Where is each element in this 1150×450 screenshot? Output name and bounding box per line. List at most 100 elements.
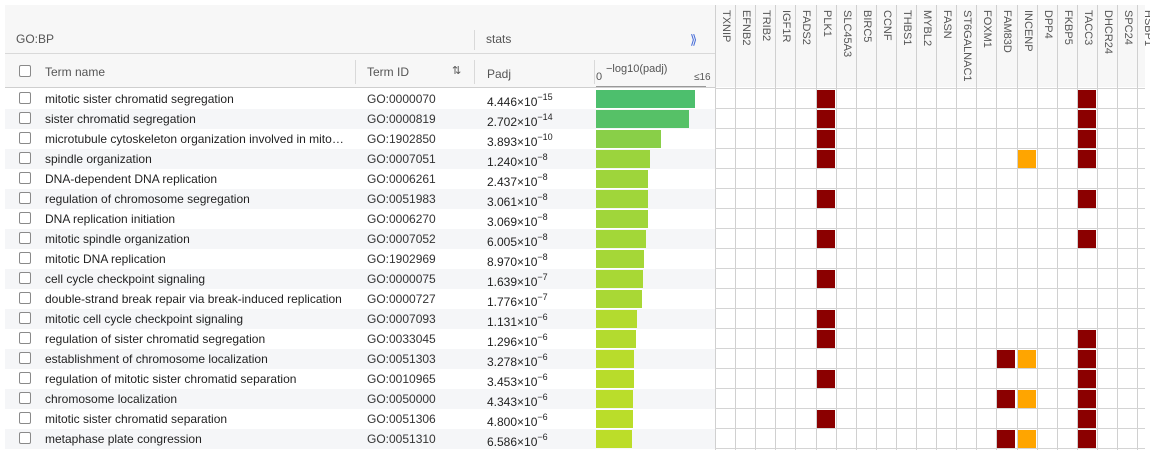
- padj-header[interactable]: Padj: [487, 67, 511, 81]
- term-id[interactable]: GO:0000075: [367, 272, 477, 286]
- gene-column-ccnf[interactable]: CCNF: [876, 8, 896, 82]
- gene-hit-cell-tacc3[interactable]: [1077, 90, 1096, 108]
- gene-hit-cell-tacc3[interactable]: [1077, 390, 1096, 408]
- table-row[interactable]: sister chromatid segregation GO:0000819 2.…: [5, 109, 715, 129]
- term-id[interactable]: GO:0051303: [367, 352, 477, 366]
- term-id[interactable]: GO:0007051: [367, 152, 477, 166]
- term-id[interactable]: GO:0006261: [367, 172, 477, 186]
- gene-hit-cell-plk1[interactable]: [816, 370, 835, 388]
- gene-hit-cell-incenp[interactable]: [1017, 350, 1036, 368]
- gene-column-plk1[interactable]: PLK1: [816, 8, 836, 82]
- row-checkbox[interactable]: [19, 152, 31, 164]
- row-checkbox[interactable]: [19, 392, 31, 404]
- term-name[interactable]: chromosome localization: [45, 392, 345, 406]
- gene-column-mybl2[interactable]: MYBL2: [916, 8, 936, 82]
- table-row[interactable]: DNA-dependent DNA replication GO:0006261 2…: [5, 169, 715, 189]
- gene-column-incenp[interactable]: INCENP: [1017, 8, 1037, 82]
- term-id[interactable]: GO:0010965: [367, 372, 477, 386]
- gene-hit-cell-tacc3[interactable]: [1077, 110, 1096, 128]
- term-name[interactable]: mitotic sister chromatid separation: [45, 412, 345, 426]
- gene-hit-cell-incenp[interactable]: [1017, 150, 1036, 168]
- row-checkbox[interactable]: [19, 112, 31, 124]
- gene-hit-cell-plk1[interactable]: [816, 230, 835, 248]
- gene-hit-cell-plk1[interactable]: [816, 190, 835, 208]
- gene-hit-cell-tacc3[interactable]: [1077, 330, 1096, 348]
- table-row[interactable]: regulation of chromosome segregation GO:0…: [5, 189, 715, 209]
- term-name[interactable]: metaphase plate congression: [45, 432, 345, 446]
- term-id[interactable]: GO:0050000: [367, 392, 477, 406]
- row-checkbox[interactable]: [19, 412, 31, 424]
- gene-hit-cell-fam83d[interactable]: [997, 390, 1016, 408]
- gene-column-fasn[interactable]: FASN: [936, 8, 956, 82]
- term-id[interactable]: GO:0051306: [367, 412, 477, 426]
- term-id-header[interactable]: Term ID: [367, 65, 409, 79]
- gene-hit-cell-plk1[interactable]: [816, 130, 835, 148]
- term-name[interactable]: DNA-dependent DNA replication: [45, 172, 345, 186]
- row-checkbox[interactable]: [19, 432, 31, 444]
- table-row[interactable]: DNA replication initiation GO:0006270 3.06…: [5, 209, 715, 229]
- term-id[interactable]: GO:0000819: [367, 112, 477, 126]
- gene-column-fads2[interactable]: FADS2: [795, 8, 815, 82]
- gene-column-dhcr24[interactable]: DHCR24: [1097, 8, 1117, 82]
- table-row[interactable]: mitotic cell cycle checkpoint signaling G…: [5, 309, 715, 329]
- term-id[interactable]: GO:0007052: [367, 232, 477, 246]
- term-name[interactable]: regulation of chromosome segregation: [45, 192, 345, 206]
- gene-column-efnb2[interactable]: EFNB2: [735, 8, 755, 82]
- select-all-checkbox[interactable]: [19, 65, 31, 77]
- table-row[interactable]: mitotic DNA replication GO:1902969 8.970×1…: [5, 249, 715, 269]
- gene-hit-cell-tacc3[interactable]: [1077, 410, 1096, 428]
- term-id[interactable]: GO:0000070: [367, 92, 477, 106]
- row-checkbox[interactable]: [19, 312, 31, 324]
- row-checkbox[interactable]: [19, 372, 31, 384]
- table-row[interactable]: establishment of chromosome localization…: [5, 349, 715, 369]
- gene-column-foxm1[interactable]: FOXM1: [976, 8, 996, 82]
- gene-hit-cell-tacc3[interactable]: [1077, 150, 1096, 168]
- gene-hit-cell-fam83d[interactable]: [997, 350, 1016, 368]
- gene-hit-cell-incenp[interactable]: [1017, 390, 1036, 408]
- row-checkbox[interactable]: [19, 172, 31, 184]
- row-checkbox[interactable]: [19, 212, 31, 224]
- gene-column-slc45a3[interactable]: SLC45A3: [836, 8, 856, 82]
- row-checkbox[interactable]: [19, 192, 31, 204]
- table-row[interactable]: microtubule cytoskeleton organization in…: [5, 129, 715, 149]
- gene-hit-cell-plk1[interactable]: [816, 410, 835, 428]
- gene-hit-cell-fam83d[interactable]: [997, 430, 1016, 448]
- gene-column-dpp4[interactable]: DPP4: [1037, 8, 1057, 82]
- gene-hit-cell-tacc3[interactable]: [1077, 370, 1096, 388]
- row-checkbox[interactable]: [19, 252, 31, 264]
- term-id[interactable]: GO:1902969: [367, 252, 477, 266]
- gene-hit-cell-incenp[interactable]: [1017, 430, 1036, 448]
- gene-hit-cell-tacc3[interactable]: [1077, 230, 1096, 248]
- gene-column-hsbp1[interactable]: HSBP1: [1137, 8, 1150, 82]
- term-id[interactable]: GO:0033045: [367, 332, 477, 346]
- table-row[interactable]: mitotic spindle organization GO:0007052 6.…: [5, 229, 715, 249]
- term-name[interactable]: regulation of sister chromatid segregati…: [45, 332, 345, 346]
- gene-column-st6galnac1[interactable]: ST6GALNAC1: [956, 8, 976, 82]
- gene-hit-cell-plk1[interactable]: [816, 310, 835, 328]
- gene-hit-cell-plk1[interactable]: [816, 270, 835, 288]
- gene-hit-cell-tacc3[interactable]: [1077, 130, 1096, 148]
- table-row[interactable]: regulation of mitotic sister chromatid s…: [5, 369, 715, 389]
- gene-hit-cell-plk1[interactable]: [816, 150, 835, 168]
- term-name[interactable]: establishment of chromosome localization: [45, 352, 345, 366]
- table-row[interactable]: cell cycle checkpoint signaling GO:000007…: [5, 269, 715, 289]
- table-row[interactable]: spindle organization GO:0007051 1.240×10−8: [5, 149, 715, 169]
- term-name[interactable]: regulation of mitotic sister chromatid s…: [45, 372, 345, 386]
- gene-hit-cell-plk1[interactable]: [816, 330, 835, 348]
- table-row[interactable]: regulation of sister chromatid segregati…: [5, 329, 715, 349]
- term-id[interactable]: GO:0006270: [367, 212, 477, 226]
- sort-icon[interactable]: ⇅: [452, 64, 461, 77]
- gene-hit-cell-tacc3[interactable]: [1077, 350, 1096, 368]
- gene-column-thbs1[interactable]: THBS1: [896, 8, 916, 82]
- table-row[interactable]: chromosome localization GO:0050000 4.343×1…: [5, 389, 715, 409]
- gene-hit-cell-plk1[interactable]: [816, 90, 835, 108]
- double-chevron-right-icon[interactable]: ⟩⟩: [690, 32, 697, 48]
- term-id[interactable]: GO:0000727: [367, 292, 477, 306]
- gene-column-igf1r[interactable]: IGF1R: [775, 8, 795, 82]
- gene-column-fkbp5[interactable]: FKBP5: [1057, 8, 1077, 82]
- term-id[interactable]: GO:1902850: [367, 132, 477, 146]
- term-id[interactable]: GO:0007093: [367, 312, 477, 326]
- gene-hit-cell-plk1[interactable]: [816, 110, 835, 128]
- table-row[interactable]: metaphase plate congression GO:0051310 6.5…: [5, 429, 715, 449]
- term-name-header[interactable]: Term name: [45, 65, 105, 79]
